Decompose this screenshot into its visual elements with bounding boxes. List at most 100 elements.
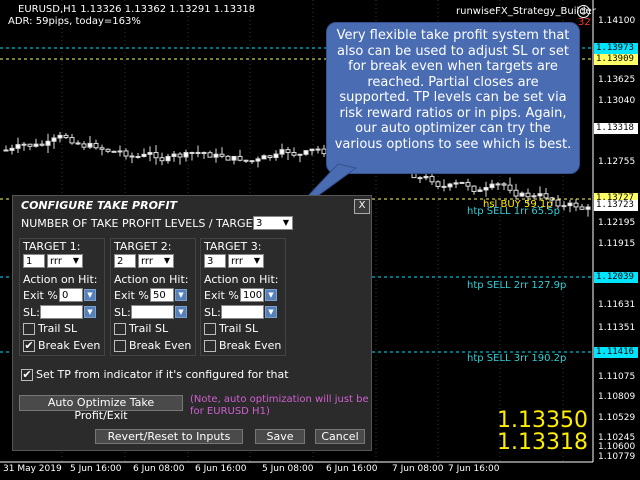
revert-button[interactable]: Revert/Reset to Inputs [95, 429, 243, 444]
chevron-down-icon: ▼ [163, 256, 171, 265]
candle-body [57, 134, 63, 139]
break-even-label: Break Even [219, 339, 282, 352]
exit-percent-input[interactable]: 100 [240, 288, 264, 302]
candle-body [123, 150, 129, 157]
break-even-checkbox[interactable]: ✔ [23, 340, 35, 352]
save-button[interactable]: Save [255, 429, 305, 444]
price-label: 1.14100 [598, 16, 636, 26]
time-label: 7 Jun 16:00 [448, 464, 500, 474]
candle-body [93, 142, 99, 149]
ask-price: 1.13318 [497, 430, 588, 455]
exit-dropdown-icon[interactable]: ▼ [265, 289, 277, 301]
candle-body [309, 148, 315, 152]
target-label: TARGET 2: [114, 240, 172, 253]
exit-percent-input[interactable]: 0 [59, 288, 83, 302]
target-unit: rrr [141, 256, 153, 267]
exit-dropdown-icon[interactable]: ▼ [84, 289, 96, 301]
candle-body [429, 175, 435, 183]
price-label: 1.10600 [598, 442, 636, 452]
candle-body [189, 151, 195, 154]
target-value-input[interactable]: 1 [23, 254, 45, 268]
action-label: Action on Hit: [23, 273, 98, 286]
candle-body [459, 181, 465, 184]
break-even-checkbox[interactable] [114, 340, 126, 352]
target-unit-select[interactable]: rrr ▼ [228, 254, 264, 268]
candle-body [417, 177, 423, 180]
sl-input[interactable] [221, 305, 264, 319]
sl-input[interactable] [131, 305, 174, 319]
close-button[interactable]: X [354, 199, 370, 214]
time-label: 6 Jun 08:00 [133, 464, 185, 474]
exit-dropdown-icon[interactable]: ▼ [175, 289, 187, 301]
candle-body [177, 153, 183, 158]
target-unit-select[interactable]: rrr ▼ [47, 254, 83, 268]
configure-take-profit-dialog: CONFIGURE TAKE PROFIT X NUMBER OF TAKE P… [12, 195, 372, 451]
levels-select[interactable]: 3 ▼ [253, 216, 293, 230]
candle-body [297, 153, 303, 156]
htp-sell-2-label: htp SELL 2rr 127.9p [467, 280, 567, 291]
action-label: Action on Hit: [114, 273, 189, 286]
trail-sl-checkbox[interactable] [114, 323, 126, 335]
price-label: 1.11351 [598, 323, 636, 333]
candle-body [129, 155, 135, 158]
candle-body [249, 160, 255, 163]
time-label: 7 Jun 08:00 [392, 464, 444, 474]
sl-dropdown-icon[interactable]: ▼ [265, 306, 277, 318]
break-even-checkbox[interactable] [204, 340, 216, 352]
target-label: TARGET 1: [23, 240, 81, 253]
chevron-down-icon: ▼ [72, 256, 80, 265]
candle-body [117, 150, 123, 153]
levels-value: 3 [256, 218, 263, 229]
trail-sl-checkbox[interactable] [204, 323, 216, 335]
time-label: 6 Jun 16:00 [326, 464, 378, 474]
candle-body [33, 143, 39, 147]
candle-body [573, 202, 579, 208]
candle-body [291, 152, 297, 156]
auto-optimize-button[interactable]: Auto Optimize Take Profit/Exit [19, 395, 183, 422]
candle-body [165, 155, 171, 162]
candle-body [141, 153, 147, 157]
candle-body [45, 140, 51, 146]
target-unit-select[interactable]: rrr ▼ [138, 254, 174, 268]
candle-body [207, 152, 213, 158]
time-label: 5 Jun 16:00 [70, 464, 122, 474]
price-label: 1.13625 [598, 75, 636, 85]
symbol-line: EURUSD,H1 1.13326 1.13362 1.13291 1.1331… [18, 4, 256, 15]
candle-body [153, 152, 159, 159]
candle-body [171, 153, 177, 157]
trail-sl-label: Trail SL [38, 322, 78, 335]
candle-body [543, 193, 549, 199]
candle-body [15, 144, 21, 149]
target-value-input[interactable]: 2 [114, 254, 136, 268]
dialog-title: CONFIGURE TAKE PROFIT [21, 199, 178, 212]
sl-dropdown-icon[interactable]: ▼ [84, 306, 96, 318]
candle-body [27, 143, 33, 147]
action-label: Action on Hit: [204, 273, 279, 286]
time-label: 6 Jun 16:00 [195, 464, 247, 474]
chevron-down-icon: ▼ [253, 256, 261, 265]
candle-body [477, 189, 483, 192]
sl-label: SL: [23, 306, 40, 319]
sl-input[interactable] [40, 305, 83, 319]
candle-body [255, 158, 261, 162]
candle-body [483, 187, 489, 191]
candle-body [243, 159, 249, 162]
target-1-panel: TARGET 1: 1 rrr ▼ Action on Hit: Exit %:… [19, 238, 105, 356]
sl-label: SL: [114, 306, 131, 319]
cancel-button[interactable]: Cancel [315, 429, 365, 444]
price-label: 1.13040 [598, 96, 636, 106]
exit-percent-input[interactable]: 50 [150, 288, 174, 302]
sl-dropdown-icon[interactable]: ▼ [175, 306, 187, 318]
candle-body [147, 152, 153, 155]
set-tp-checkbox[interactable]: ✔ [21, 369, 33, 381]
trail-sl-label: Trail SL [129, 322, 169, 335]
price-label: 1.12195 [598, 218, 636, 228]
trail-sl-checkbox[interactable] [23, 323, 35, 335]
target-3-panel: TARGET 3: 3 rrr ▼ Action on Hit: Exit %:… [200, 238, 286, 356]
break-even-label: Break Even [38, 339, 101, 352]
levels-label: NUMBER OF TAKE PROFIT LEVELS / TARGETS: [21, 217, 270, 230]
target-value-input[interactable]: 3 [204, 254, 226, 268]
timer: 32 [578, 17, 591, 28]
price-tag: 1.13723 [594, 200, 638, 211]
target-label: TARGET 3: [204, 240, 262, 253]
